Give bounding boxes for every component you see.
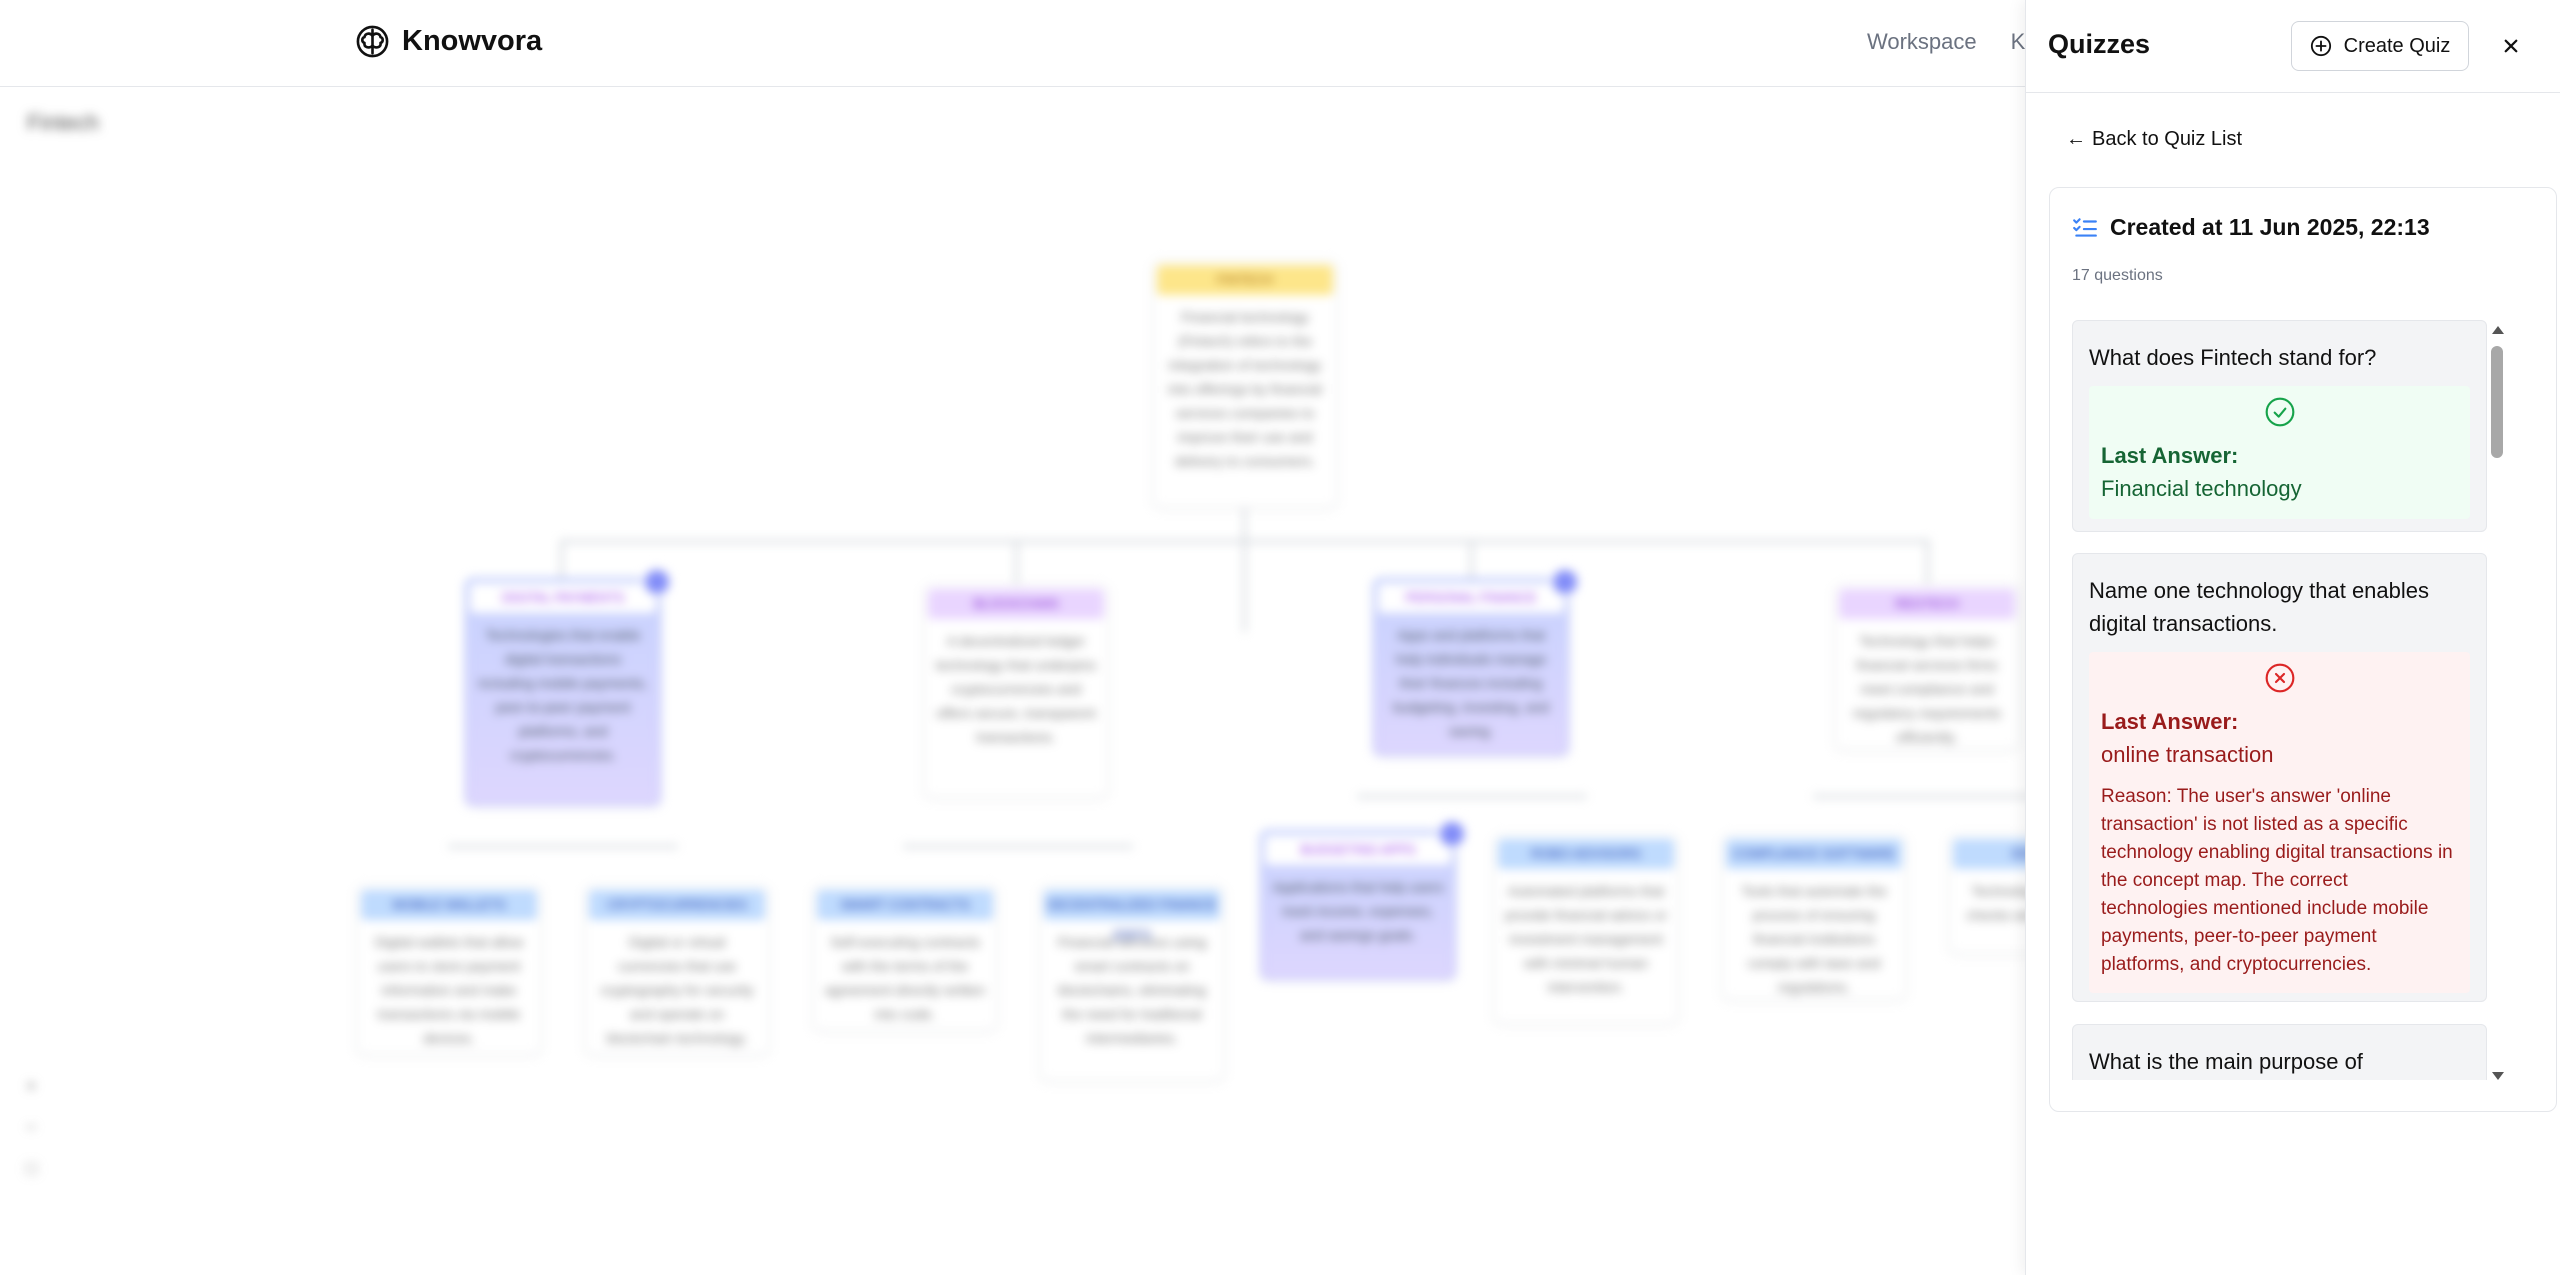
panel-title: Quizzes xyxy=(2048,29,2151,59)
last-answer-label: Last Answer: xyxy=(2101,709,2239,734)
nav-item-truncated[interactable]: K xyxy=(2011,29,2026,55)
edge xyxy=(903,845,1133,848)
last-answer-value: online transaction xyxy=(2101,742,2274,767)
app-name: Knowvora xyxy=(402,25,543,57)
scroll-thumb[interactable] xyxy=(2491,346,2503,458)
question-list-scrollbar[interactable] xyxy=(2490,322,2506,1082)
map-node-title: Mobile Wallets xyxy=(361,890,537,920)
zoom-in-button[interactable]: + xyxy=(26,1076,37,1097)
node-badge-icon xyxy=(1550,567,1580,597)
map-node: Robo-Advisors Automated platforms that p… xyxy=(1493,834,1679,1024)
map-node-body: Financial services using smart contracts… xyxy=(1057,934,1207,1046)
app-logo[interactable]: Knowvora xyxy=(355,24,542,59)
concept-map-canvas: Fintech Fintech Financial technology (Fi… xyxy=(0,88,2025,1275)
question-count: 17 questions xyxy=(2072,267,2163,284)
map-node-title: Identity xyxy=(1953,839,2025,869)
answer-reason: Reason: The user's answer 'online transa… xyxy=(2101,786,2453,975)
answer-box-correct: Last Answer: Financial technology xyxy=(2089,386,2470,519)
top-nav: Workspace K xyxy=(1867,29,2025,55)
edge xyxy=(560,540,1930,543)
map-node-title: Personal Finance xyxy=(1378,583,1564,613)
map-node-body: Technologies that enable digital transac… xyxy=(478,627,648,763)
map-node-title: Robo-Advisors xyxy=(1498,839,1674,869)
create-quiz-label: Create Quiz xyxy=(2343,34,2451,57)
map-node: Compliance Software Tools that automate … xyxy=(1721,834,1907,1000)
quiz-panel: Quizzes Create Quiz ← Back to Quiz List … xyxy=(2025,0,2560,1275)
question-item: What does Fintech stand for? Last Answer… xyxy=(2072,320,2487,532)
map-node-body: A decentralized ledger technology that u… xyxy=(935,633,1097,745)
map-node-title: Smart Contracts xyxy=(817,890,993,920)
brain-icon xyxy=(356,25,389,58)
question-list[interactable]: What does Fintech stand for? Last Answer… xyxy=(2072,320,2517,1080)
map-node-title: Decentralized Finance (DeFi) xyxy=(1044,890,1220,942)
x-circle-icon xyxy=(2265,663,2294,693)
map-node-body: Digital or virtual currencies that use c… xyxy=(600,934,754,1046)
map-node-body: Applications that help users track incom… xyxy=(1272,879,1444,943)
back-link-label: Back to Quiz List xyxy=(2092,128,2243,150)
quiz-card-header: Created at 11 Jun 2025, 22:13 xyxy=(2072,214,2430,241)
map-node: Cryptocurrencies Digital or virtual curr… xyxy=(584,885,770,1055)
edge xyxy=(448,845,678,848)
question-text: What is the main purpose of blockchain t… xyxy=(2089,1049,2363,1074)
check-circle-icon xyxy=(2265,397,2294,427)
map-node-title: Digital Payments xyxy=(470,583,656,613)
concept-map-blur-layer: Fintech Fintech Financial technology (Fi… xyxy=(0,88,2025,1275)
answer-box-incorrect: Last Answer: online transaction Reason: … xyxy=(2089,652,2470,993)
quiz-panel-header: Quizzes Create Quiz xyxy=(2026,0,2560,93)
close-icon xyxy=(2504,39,2518,53)
question-text: What does Fintech stand for? xyxy=(2089,345,2377,370)
breadcrumb: Fintech xyxy=(27,110,100,135)
map-node: Digital Payments Technologies that enabl… xyxy=(465,567,672,806)
edge xyxy=(1357,795,1587,798)
create-quiz-button[interactable]: Create Quiz xyxy=(2291,21,2469,71)
map-node: Smart Contracts Self-executing contracts… xyxy=(812,885,998,1031)
map-node: Decentralized Finance (DeFi) Financial s… xyxy=(1039,885,1225,1081)
map-node: Identity Technology for identity checks … xyxy=(1948,834,2025,954)
quiz-created-title: Created at 11 Jun 2025, 22:13 xyxy=(2110,214,2430,240)
nav-workspace[interactable]: Workspace xyxy=(1867,29,1977,55)
scroll-up-icon[interactable] xyxy=(2492,326,2504,334)
map-node: Budgeting Apps Applications that help us… xyxy=(1260,819,1467,980)
map-node-body: Tools that automate the process of ensur… xyxy=(1741,883,1887,995)
map-node-title: Budgeting Apps xyxy=(1265,835,1451,865)
list-checks-icon xyxy=(2073,217,2097,237)
node-badge-icon xyxy=(642,567,672,597)
fit-view-button[interactable]: □ xyxy=(26,1158,37,1179)
map-node-title: Fintech xyxy=(1157,265,1333,295)
map-node-body: Self-executing contracts with the terms … xyxy=(824,934,986,1022)
question-item: What is the main purpose of blockchain t… xyxy=(2072,1024,2487,1080)
edge xyxy=(1926,540,1929,586)
map-node-body: Technology that helps financial services… xyxy=(1853,633,2001,745)
back-to-quiz-list-link[interactable]: ← Back to Quiz List xyxy=(2066,128,2242,151)
map-node-body: Digital wallets that allow users to stor… xyxy=(374,934,524,1046)
map-node-title: Compliance Software xyxy=(1726,839,1902,869)
quiz-card: Created at 11 Jun 2025, 22:13 17 questio… xyxy=(2049,187,2557,1112)
map-node-title: RegTech xyxy=(1839,589,2015,619)
edge xyxy=(1015,540,1018,586)
zoom-out-button[interactable]: − xyxy=(26,1117,37,1138)
question-item: Name one technology that enables digital… xyxy=(2072,553,2487,1002)
map-node-body: Apps and platforms that help individuals… xyxy=(1393,627,1549,739)
map-node-body: Automated platforms that provide financi… xyxy=(1505,883,1667,995)
map-node: RegTech Technology that helps financial … xyxy=(1834,584,2020,750)
node-badge-icon xyxy=(1437,819,1467,849)
map-node: Fintech Financial technology (Fintech) r… xyxy=(1152,260,1338,508)
map-node-title: Cryptocurrencies xyxy=(589,890,765,920)
close-panel-button[interactable] xyxy=(2491,26,2531,66)
plus-circle-icon xyxy=(2310,35,2331,57)
last-answer-value: Financial technology xyxy=(2101,476,2302,501)
edge xyxy=(1243,502,1246,632)
map-node: Personal Finance Apps and platforms that… xyxy=(1373,567,1580,756)
last-answer-label: Last Answer: xyxy=(2101,443,2239,468)
scroll-down-icon[interactable] xyxy=(2492,1072,2504,1080)
edge xyxy=(1813,795,2025,798)
map-node-body: Technology for identity checks and onboa… xyxy=(1966,883,2025,923)
map-node-title: Blockchain xyxy=(928,589,1104,619)
arrow-left-icon: ← xyxy=(2066,128,2086,150)
map-zoom-controls: + − □ xyxy=(26,1076,37,1179)
question-text: Name one technology that enables digital… xyxy=(2089,578,2430,636)
map-node: Mobile Wallets Digital wallets that allo… xyxy=(356,885,542,1055)
map-node-body: Financial technology (Fintech) refers to… xyxy=(1168,309,1322,469)
map-node: Blockchain A decentralized ledger techno… xyxy=(923,584,1109,798)
